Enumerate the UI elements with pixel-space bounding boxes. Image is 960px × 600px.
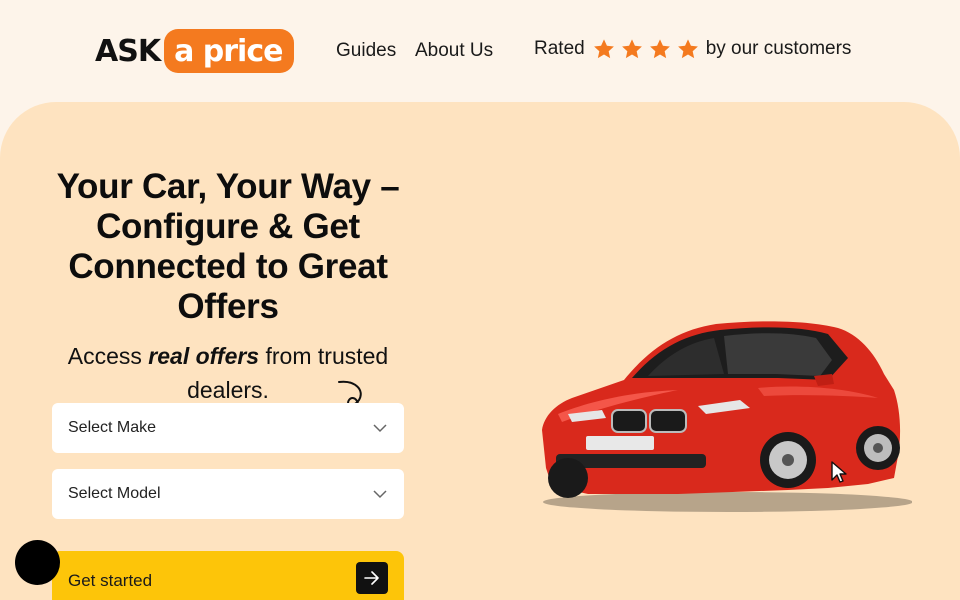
site-header: ASK a price Guides About Us Rated by our… — [0, 0, 960, 102]
star-icon — [593, 39, 614, 59]
rating-suffix: by our customers — [705, 38, 852, 59]
select-make-dropdown[interactable]: Select Make — [52, 403, 404, 453]
rating-stars — [593, 38, 699, 60]
chevron-down-icon — [373, 424, 387, 433]
mouse-cursor-icon — [831, 461, 847, 483]
chevron-down-icon — [373, 490, 387, 499]
subtitle-before: Access — [67, 343, 149, 369]
nav-about-us-link[interactable]: About Us — [415, 40, 493, 62]
select-make-label: Select Make — [68, 419, 157, 436]
nav-guides-link[interactable]: Guides — [336, 40, 396, 62]
logo-ask-text: ASK — [95, 33, 161, 69]
star-icon — [621, 39, 642, 59]
customer-rating: Rated by our customers — [534, 38, 851, 60]
chat-widget-button[interactable] — [15, 540, 60, 585]
select-model-dropdown[interactable]: Select Model — [52, 469, 404, 519]
brand-logo[interactable]: ASK a price — [95, 29, 295, 73]
subtitle-emphasis: real offers — [148, 343, 260, 369]
hero-title: Your Car, Your Way – Configure & Get Con… — [56, 167, 400, 326]
rating-prefix: Rated — [534, 38, 585, 59]
car-image — [542, 321, 912, 512]
arrow-right-icon — [356, 562, 388, 594]
logo-price-badge: a price — [164, 29, 295, 73]
star-icon — [677, 39, 698, 59]
star-icon — [649, 39, 670, 59]
get-started-button[interactable]: Get started — [52, 551, 404, 600]
select-model-label: Select Model — [68, 485, 161, 502]
get-started-label: Get started — [68, 571, 153, 590]
